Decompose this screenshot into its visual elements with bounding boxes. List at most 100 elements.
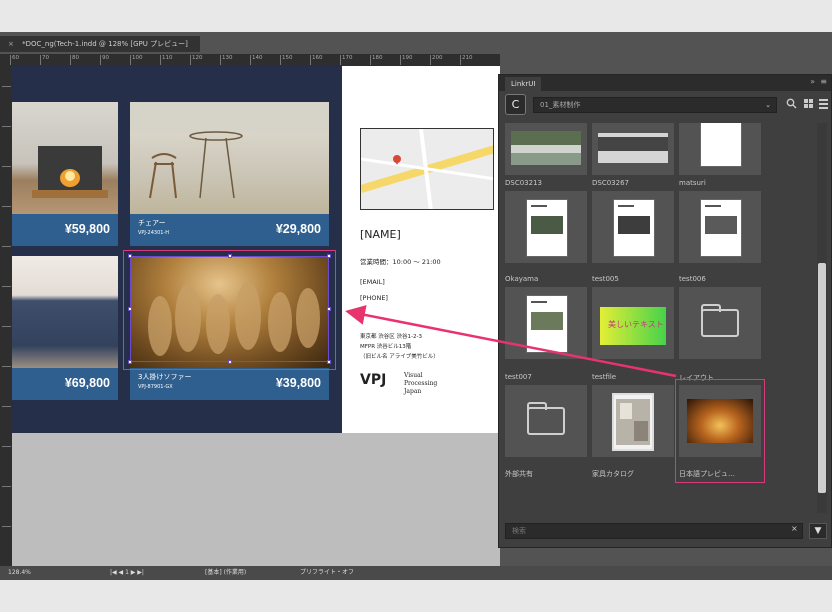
asset-thumbnail[interactable] [679,191,761,263]
search-input[interactable]: 検索 [505,523,803,539]
ruler-tick: 150 [280,55,293,65]
folder-dropdown[interactable]: 01_素材制作 ⌄ [533,97,777,113]
scrollbar-thumb[interactable] [818,263,826,493]
ruler-tick: 210 [460,55,473,65]
product-price: ¥29,800 [275,222,321,236]
status-bar: 128.4% |◀ ◀ 1 ▶ ▶| [基本] (作業用) プリフライト・オフ [0,566,832,580]
asset-thumbnail[interactable] [592,191,674,263]
green-text-label: 美しいテキスト [608,320,664,329]
folder-dropdown-value: 01_素材制作 [540,101,581,109]
asset-label: DSC03267 [592,179,629,187]
resize-handle[interactable] [128,254,132,258]
ruler-tick: 130 [220,55,233,65]
document-tab[interactable]: × *DOC_ng(Tech-1.indd @ 128% [GPU プレビュー] [0,36,200,52]
green-text-image: 美しいテキスト [600,307,666,345]
zoom-icon[interactable] [785,98,798,111]
close-tab-icon[interactable]: × [8,40,14,48]
resize-handle[interactable] [228,254,232,258]
linkrui-panel: LinkrUI » ≡ C 01_素材制作 ⌄ DSC03213 DSC0326… [498,74,832,548]
product-card[interactable]: チェアー VPJ-24301-H ¥29,800 [130,102,329,246]
address-line: （旧ビル名 アライブ美竹ビル） [360,354,439,360]
product-code: VPJ-87901-GX [138,384,173,390]
ruler-tick [2,166,11,167]
resize-handle[interactable] [128,307,132,311]
page-navigation[interactable]: |◀ ◀ 1 ▶ ▶| [110,566,144,580]
asset-thumbnail[interactable] [679,123,761,175]
grid-view-icon[interactable] [802,98,815,111]
ruler-tick [2,326,11,327]
asset-thumbnail[interactable] [592,385,674,457]
ruler-tick [2,126,11,127]
ruler-tick: 80 [70,55,79,65]
collapse-icon[interactable]: » [810,77,815,86]
document-thumbnail [613,199,655,257]
price-band: 3人掛けソファー VPJ-87901-GX ¥39,800 [130,368,329,400]
map-image[interactable] [360,128,494,210]
resize-handle[interactable] [327,307,331,311]
photo-trees [598,133,668,163]
product-price: ¥69,800 [64,376,110,390]
asset-label: Okayama [505,275,539,283]
address-line: MFPR 渋谷ビル13階 [360,344,412,350]
ruler-tick [2,246,11,247]
ruler-tick [2,206,11,207]
asset-label: 外部共有 [505,470,533,478]
resize-handle[interactable] [228,360,232,364]
panel-scrollbar[interactable] [817,123,827,513]
selected-image-frame[interactable] [128,254,331,364]
fireplace-photo[interactable] [12,102,118,214]
ruler-tick: 100 [130,55,143,65]
product-name: 3人掛けソファー [138,373,192,381]
right-page[interactable]: [NAME] 営業時間：10:00 〜 21:00 [EMAIL] [PHONE… [342,66,500,433]
email-placeholder: [EMAIL] [360,278,385,286]
asset-thumbnail[interactable] [679,287,761,359]
map-graphic [361,129,493,209]
resize-handle[interactable] [327,360,331,364]
resize-handle[interactable] [327,254,331,258]
asset-grid[interactable]: DSC03213 DSC03267 matsuri Okayama test00… [505,123,767,513]
document-thumbnail [700,123,742,167]
folder-icon [527,402,565,435]
fireplace-graphic [32,146,108,198]
asset-label: test007 [505,373,532,381]
ruler-tick [2,366,11,367]
ruler-tick: 160 [310,55,323,65]
panel-header: LinkrUI » ≡ [499,75,831,91]
clear-search-icon[interactable]: × [791,524,798,533]
catalog-photo [612,393,654,451]
vertical-ruler[interactable] [0,66,12,580]
filter-icon[interactable]: ▼ [809,523,827,539]
asset-thumbnail[interactable] [505,385,587,457]
left-page[interactable]: ¥59,800 チェアー VPJ-24301-H ¥29,800 ¥69,800… [12,66,342,433]
asset-label: 家具カタログ [592,470,634,478]
zoom-level[interactable]: 128.4% [8,566,31,580]
preflight-profile[interactable]: [基本] (作業用) [205,566,246,580]
product-card[interactable]: ¥59,800 [12,102,118,246]
preflight-status[interactable]: プリフライト・オフ [300,566,354,580]
panel-tab[interactable]: LinkrUI [505,77,542,91]
product-card[interactable]: ¥69,800 [12,256,118,400]
asset-thumbnail[interactable]: 美しいテキスト [592,287,674,359]
list-view-icon[interactable] [817,98,830,111]
asset-thumbnail[interactable] [505,287,587,359]
resize-handle[interactable] [128,360,132,364]
ruler-tick: 110 [160,55,173,65]
panel-menu-icon[interactable]: ≡ [820,77,827,86]
folder-icon [701,304,739,337]
logo-text: Japan [404,388,422,395]
sofa-photo[interactable] [12,256,118,368]
product-name: チェアー [138,219,166,227]
vpj-logo: VPJ [360,372,387,388]
asset-thumbnail[interactable] [505,123,587,175]
panel-toolbar: C 01_素材制作 ⌄ [499,91,831,117]
ruler-tick: 140 [250,55,263,65]
asset-label: matsuri [679,179,706,187]
chair-photo[interactable] [130,102,329,214]
asset-thumbnail[interactable] [505,191,587,263]
horizontal-ruler[interactable]: 60 70 80 90 100 110 120 130 140 150 160 … [0,54,500,66]
ruler-tick: 90 [100,55,109,65]
document-thumbnail [700,199,742,257]
ruler-tick [2,526,11,527]
asset-label: test006 [679,275,706,283]
asset-thumbnail[interactable] [592,123,674,175]
